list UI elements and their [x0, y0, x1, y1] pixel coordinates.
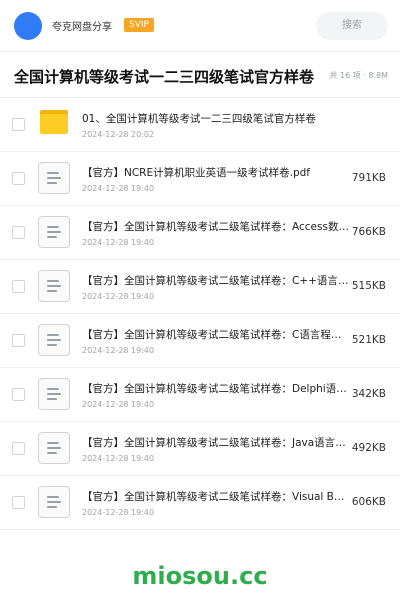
item-date: 2024-12-28 19:40	[82, 238, 155, 247]
row-checkbox[interactable]	[12, 496, 25, 509]
row-checkbox[interactable]	[12, 226, 25, 239]
item-size: 606KB	[351, 496, 386, 508]
item-size: 521KB	[351, 334, 386, 346]
file-list: 01、全国计算机等级考试一二三四级笔试官方样卷 2024-12-28 20:02 【…	[0, 98, 400, 530]
page-title: 全国计算机等级考试一二三四级笔试官方样卷	[14, 68, 315, 86]
row-checkbox[interactable]	[12, 442, 25, 455]
file-row[interactable]: 【官方】NCRE计算机职业英语一级考试样卷.pdf 2024-12-28 19:4…	[0, 152, 400, 206]
item-size: 492KB	[351, 442, 386, 454]
item-name[interactable]: 【官方】NCRE计算机职业英语一级考试样卷.pdf	[82, 165, 350, 180]
row-checkbox[interactable]	[12, 118, 25, 131]
item-size: 791KB	[351, 172, 386, 184]
document-icon	[38, 378, 70, 410]
svip-badge: SVIP	[124, 18, 154, 32]
item-size: 766KB	[351, 226, 386, 238]
row-checkbox[interactable]	[12, 388, 25, 401]
avatar[interactable]	[14, 12, 42, 40]
header: 夸克网盘分享 SVIP 搜索	[0, 0, 400, 52]
document-icon	[38, 270, 70, 302]
item-date: 2024-12-28 19:40	[82, 184, 155, 193]
item-size: 515KB	[351, 280, 386, 292]
item-size: 342KB	[351, 388, 386, 400]
item-date: 2024-12-28 19:40	[82, 508, 155, 517]
file-row[interactable]: 【官方】全国计算机等级考试二级笔试样卷：Access数据库程序设计.pdf 202…	[0, 206, 400, 260]
item-date: 2024-12-28 20:02	[82, 130, 155, 139]
item-name[interactable]: 【官方】全国计算机等级考试二级笔试样卷：Visual Basic语言程序设计.p…	[82, 489, 350, 504]
item-name[interactable]: 【官方】全国计算机等级考试二级笔试样卷：Access数据库程序设计.pdf	[82, 219, 350, 234]
item-count-meta: 共 16 项 · 8.8M	[329, 71, 388, 80]
file-row[interactable]: 【官方】全国计算机等级考试二级笔试样卷：Java语言程序设计.pdf 2024-1…	[0, 422, 400, 476]
item-name[interactable]: 【官方】全国计算机等级考试二级笔试样卷：C语言程序设计.pdf	[82, 327, 350, 342]
item-date: 2024-12-28 19:40	[82, 292, 155, 301]
file-row[interactable]: 【官方】全国计算机等级考试二级笔试样卷：Delphi语言程序设计.pdf 2024…	[0, 368, 400, 422]
item-date: 2024-12-28 19:40	[82, 400, 155, 409]
title-row: 全国计算机等级考试一二三四级笔试官方样卷 共 16 项 · 8.8M	[0, 52, 400, 98]
item-date: 2024-12-28 19:40	[82, 454, 155, 463]
folder-row[interactable]: 01、全国计算机等级考试一二三四级笔试官方样卷 2024-12-28 20:02	[0, 98, 400, 152]
document-icon	[38, 486, 70, 518]
file-row[interactable]: 【官方】全国计算机等级考试二级笔试样卷：C语言程序设计.pdf 2024-12-2…	[0, 314, 400, 368]
item-date: 2024-12-28 19:40	[82, 346, 155, 355]
item-name[interactable]: 【官方】全国计算机等级考试二级笔试样卷：Delphi语言程序设计.pdf	[82, 381, 350, 396]
item-name[interactable]: 【官方】全国计算机等级考试二级笔试样卷：C++语言程序设计.pdf	[82, 273, 350, 288]
document-icon	[38, 216, 70, 248]
row-checkbox[interactable]	[12, 280, 25, 293]
row-checkbox[interactable]	[12, 334, 25, 347]
file-row[interactable]: 【官方】全国计算机等级考试二级笔试样卷：C++语言程序设计.pdf 2024-12…	[0, 260, 400, 314]
document-icon	[38, 162, 70, 194]
user-name[interactable]: 夸克网盘分享	[52, 18, 112, 33]
folder-icon	[40, 110, 68, 134]
row-checkbox[interactable]	[12, 172, 25, 185]
document-icon	[38, 432, 70, 464]
search-button[interactable]: 搜索	[316, 12, 388, 40]
watermark: miosou.cc	[132, 562, 268, 590]
document-icon	[38, 324, 70, 356]
file-row[interactable]: 【官方】全国计算机等级考试二级笔试样卷：Visual Basic语言程序设计.p…	[0, 476, 400, 530]
item-name[interactable]: 01、全国计算机等级考试一二三四级笔试官方样卷	[82, 111, 382, 126]
item-name[interactable]: 【官方】全国计算机等级考试二级笔试样卷：Java语言程序设计.pdf	[82, 435, 350, 450]
